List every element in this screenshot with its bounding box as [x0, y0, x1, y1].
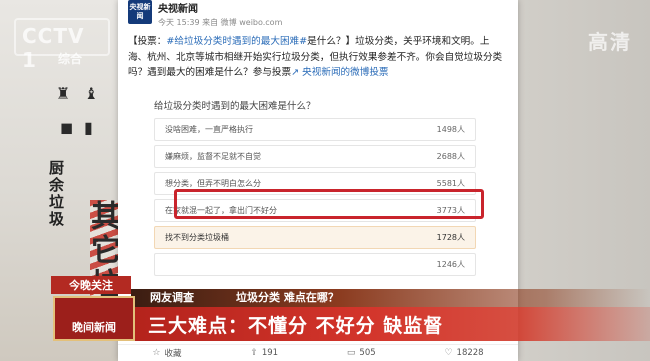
username[interactable]: 央视新闻: [158, 0, 282, 15]
channel-sub: 综合: [58, 52, 83, 66]
repost-button[interactable]: ⇪ 191: [250, 348, 278, 358]
post-header: 央视新闻 央视新闻 今天 15:39 来自 微博 weibo.com: [128, 0, 282, 28]
comment-button[interactable]: ▭ 505: [347, 348, 376, 358]
poll-option[interactable]: 没啥困难，一直严格执行 1498人: [154, 118, 476, 141]
post-meta: 今天 15:39 来自 微博 weibo.com: [158, 18, 283, 27]
option-count: 1728人: [436, 233, 465, 242]
highlight-box: [174, 189, 484, 219]
program-logo-text: 晚间新闻: [72, 321, 116, 334]
poster-label-kitchen: 厨余垃圾: [47, 160, 65, 228]
option-label: 想分类，但弄不明白怎么分: [165, 179, 261, 188]
post-text: 【投票：#给垃圾分类时遇到的最大困难#是什么？】垃圾分类，关乎环境和文明。上海、…: [128, 34, 508, 81]
bag-icon: ◼: [60, 118, 74, 137]
topic-label: 网友调查: [150, 291, 194, 304]
like-button[interactable]: ♡ 18228: [444, 348, 483, 358]
hd-badge: 高清: [588, 30, 632, 54]
option-label: 没啥困难，一直严格执行: [165, 125, 253, 134]
poll-question: 给垃圾分类时遇到的最大困难是什么？: [154, 101, 316, 112]
repost-icon: ⇪: [250, 348, 258, 358]
can-icon: ▮: [84, 118, 93, 137]
star-icon: ☆: [152, 348, 161, 358]
comment-icon: ▭: [346, 348, 356, 358]
option-count: 1246人: [436, 260, 465, 269]
post-hashtag[interactable]: #给垃圾分类时遇到的最大困难#: [166, 36, 307, 47]
poll-option[interactable]: 1246人: [154, 253, 476, 276]
headline: 三大难点：不懂分 不好分 缺监督: [148, 315, 444, 337]
tonight-tag: 今晚关注: [51, 276, 131, 294]
poll-option[interactable]: 嫌麻烦，监督不足就不自觉 2688人: [154, 145, 476, 168]
avatar[interactable]: 央视新闻: [128, 0, 152, 24]
topic-bar: [131, 289, 650, 307]
option-count: 5581人: [436, 179, 465, 188]
post-prefix: 【投票：: [128, 36, 167, 47]
option-label: 嫌麻烦，监督不足就不自觉: [165, 152, 261, 161]
poll: 给垃圾分类时遇到的最大困难是什么？ 没啥困难，一直严格执行 1498人 嫌麻烦，…: [154, 98, 476, 276]
favorite-button[interactable]: ☆ 收藏: [152, 347, 181, 359]
topic-title: 垃圾分类 难点在哪？: [236, 291, 339, 304]
bottle-icon: ♜: [56, 84, 71, 103]
cup-icon: ♝: [84, 84, 99, 103]
option-label: 找不到分类垃圾桶: [165, 233, 229, 242]
option-count: 2688人: [436, 152, 465, 161]
program-logo: 晚间新闻: [53, 296, 135, 341]
poll-link[interactable]: ↗ 央视新闻的微博投票: [291, 67, 388, 78]
action-bar: ☆ 收藏 ⇪ 191 ▭ 505 ♡ 18228: [118, 344, 518, 361]
poll-option-selected[interactable]: 找不到分类垃圾桶 1728人: [154, 226, 476, 249]
option-count: 1498人: [436, 125, 465, 134]
like-icon: ♡: [444, 348, 453, 358]
